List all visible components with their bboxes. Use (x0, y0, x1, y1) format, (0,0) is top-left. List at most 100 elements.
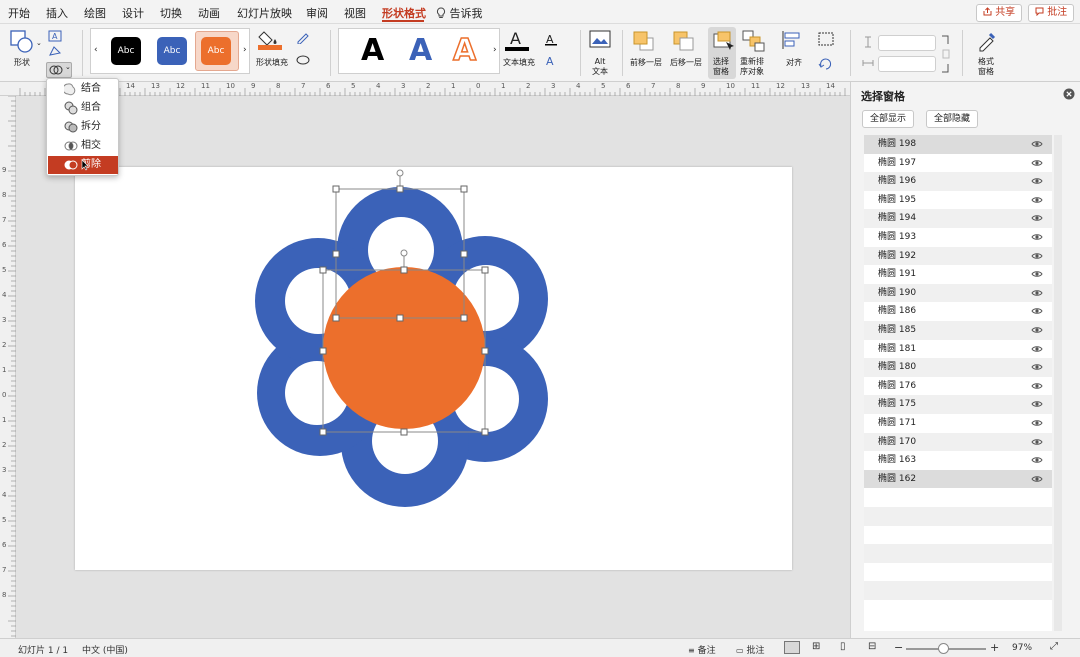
shape-height-input[interactable] (878, 35, 936, 51)
comments-status-button[interactable]: ▭ 批注 (736, 643, 764, 656)
eye-icon[interactable] (1031, 307, 1043, 315)
eye-icon[interactable] (1031, 400, 1043, 408)
menu-item-combine[interactable]: 组合 (48, 99, 118, 117)
selection-list-item[interactable]: 椭圆 186 (864, 302, 1052, 321)
selection-list-item[interactable]: 椭圆 196 (864, 172, 1052, 191)
format-pane-icon[interactable] (976, 30, 998, 52)
selection-list-item[interactable]: 椭圆 181 (864, 339, 1052, 359)
rotate-icon[interactable] (818, 56, 834, 70)
comments-button[interactable]: 批注 (1028, 4, 1075, 22)
tab-design[interactable]: 设计 (122, 5, 144, 21)
wordart-orange-outline[interactable]: A (452, 34, 477, 68)
merge-shapes-button[interactable]: ⌄ (46, 62, 72, 78)
selection-list-item[interactable]: 椭圆 163 (864, 451, 1052, 470)
selection-list-item[interactable]: 椭圆 195 (864, 190, 1052, 210)
eye-icon[interactable] (1031, 345, 1043, 353)
paint-bucket-icon[interactable] (258, 28, 282, 50)
zoom-slider-thumb[interactable] (938, 643, 949, 654)
selection-list-item[interactable]: 椭圆 180 (864, 358, 1052, 377)
notes-button[interactable]: ≡ 备注 (688, 643, 716, 656)
reorder-objects-icon[interactable] (742, 30, 766, 52)
zoom-in-icon[interactable]: + (990, 641, 999, 654)
eye-icon[interactable] (1031, 475, 1043, 483)
scrollbar[interactable] (1054, 135, 1062, 631)
selection-list-item[interactable]: 椭圆 162 (864, 469, 1052, 489)
eye-icon[interactable] (1031, 233, 1043, 241)
eye-icon[interactable] (1031, 363, 1043, 371)
tab-animations[interactable]: 动画 (198, 5, 220, 21)
selection-list-item[interactable]: 椭圆 185 (864, 321, 1052, 340)
shape-width-input[interactable] (878, 56, 936, 72)
shapes-icon[interactable] (10, 30, 34, 54)
lock-aspect-icon[interactable] (940, 34, 952, 74)
wordart-black[interactable]: A (361, 35, 384, 67)
slide-canvas[interactable] (75, 167, 792, 570)
tab-insert[interactable]: 插入 (46, 5, 68, 21)
tab-transitions[interactable]: 切换 (160, 5, 182, 21)
zoom-out-icon[interactable]: − (894, 641, 903, 654)
shape-effects-icon[interactable] (296, 54, 310, 66)
align-icon[interactable] (781, 30, 803, 50)
wordart-blue[interactable]: A (409, 35, 432, 67)
hide-all-button[interactable]: 全部隐藏 (926, 110, 979, 128)
eye-icon[interactable] (1031, 214, 1043, 222)
eye-icon[interactable] (1031, 196, 1043, 204)
normal-view-icon[interactable] (784, 641, 800, 654)
rotate-handle[interactable] (396, 169, 404, 177)
style-swatch-blue[interactable]: Abc (157, 37, 187, 65)
rotate-handle[interactable] (400, 249, 408, 257)
tab-view[interactable]: 视图 (344, 5, 366, 21)
reading-view-icon[interactable]: ▯ (840, 641, 846, 652)
eye-icon[interactable] (1031, 289, 1043, 297)
selection-list-item[interactable]: 椭圆 170 (864, 432, 1052, 452)
group-icon[interactable] (818, 32, 834, 46)
selection-list-item[interactable]: 椭圆 175 (864, 395, 1052, 414)
eye-icon[interactable] (1031, 382, 1043, 390)
text-effects-icon[interactable]: A (544, 54, 558, 68)
gallery-prev-icon[interactable]: ‹ (94, 45, 98, 55)
language-indicator[interactable]: 中文 (中国) (82, 643, 128, 656)
eye-icon[interactable] (1031, 177, 1043, 185)
show-all-button[interactable]: 全部显示 (862, 110, 915, 128)
text-box-icon[interactable]: A (48, 30, 62, 42)
gallery-next-icon[interactable]: › (493, 45, 497, 55)
eye-icon[interactable] (1031, 438, 1043, 446)
selection-list-item[interactable]: 椭圆 197 (864, 153, 1052, 173)
tab-review[interactable]: 审阅 (306, 5, 328, 21)
eye-icon[interactable] (1031, 326, 1043, 334)
style-swatch-orange[interactable]: Abc (201, 37, 231, 65)
zoom-level[interactable]: 97% (1012, 643, 1032, 653)
slideshow-icon[interactable]: ⊟ (868, 641, 876, 652)
slide-sorter-icon[interactable]: ⊞ (812, 641, 820, 652)
menu-item-intersect[interactable]: 相交 (48, 137, 118, 155)
tell-me[interactable]: 告诉我 (436, 5, 483, 21)
style-swatch-black[interactable]: Abc (111, 37, 141, 65)
gallery-next-icon[interactable]: › (243, 45, 247, 55)
edit-shape-icon[interactable] (48, 45, 62, 57)
fit-to-window-icon[interactable]: ⤢ (1050, 641, 1058, 652)
close-icon[interactable] (1063, 88, 1075, 100)
eye-icon[interactable] (1031, 419, 1043, 427)
selection-list-item[interactable]: 椭圆 191 (864, 265, 1052, 284)
tab-draw[interactable]: 绘图 (84, 5, 106, 21)
text-fill-icon[interactable]: A (505, 28, 529, 52)
eye-icon[interactable] (1031, 270, 1043, 278)
eye-icon[interactable] (1031, 140, 1043, 148)
chevron-down-icon[interactable]: ⌄ (36, 38, 42, 48)
selection-list-item[interactable]: 椭圆 198 (864, 135, 1052, 154)
selection-list-item[interactable]: 椭圆 176 (864, 376, 1052, 396)
selection-list-item[interactable]: 椭圆 171 (864, 414, 1052, 433)
menu-item-union[interactable]: 结合 (48, 80, 118, 98)
selection-list-item[interactable]: 椭圆 192 (864, 246, 1052, 266)
text-outline-icon[interactable]: A (544, 32, 558, 46)
tab-slideshow[interactable]: 幻灯片放映 (237, 5, 292, 21)
selection-list-item[interactable]: 椭圆 190 (864, 283, 1052, 303)
send-backward-icon[interactable] (672, 30, 696, 52)
selection-list-item[interactable]: 椭圆 193 (864, 228, 1052, 247)
shape-outline-icon[interactable] (296, 32, 310, 44)
tab-home[interactable]: 开始 (8, 5, 30, 21)
selection-list-item[interactable]: 椭圆 194 (864, 209, 1052, 228)
eye-icon[interactable] (1031, 252, 1043, 260)
orange-circle[interactable] (323, 267, 485, 429)
menu-item-fragment[interactable]: 拆分 (48, 118, 118, 136)
